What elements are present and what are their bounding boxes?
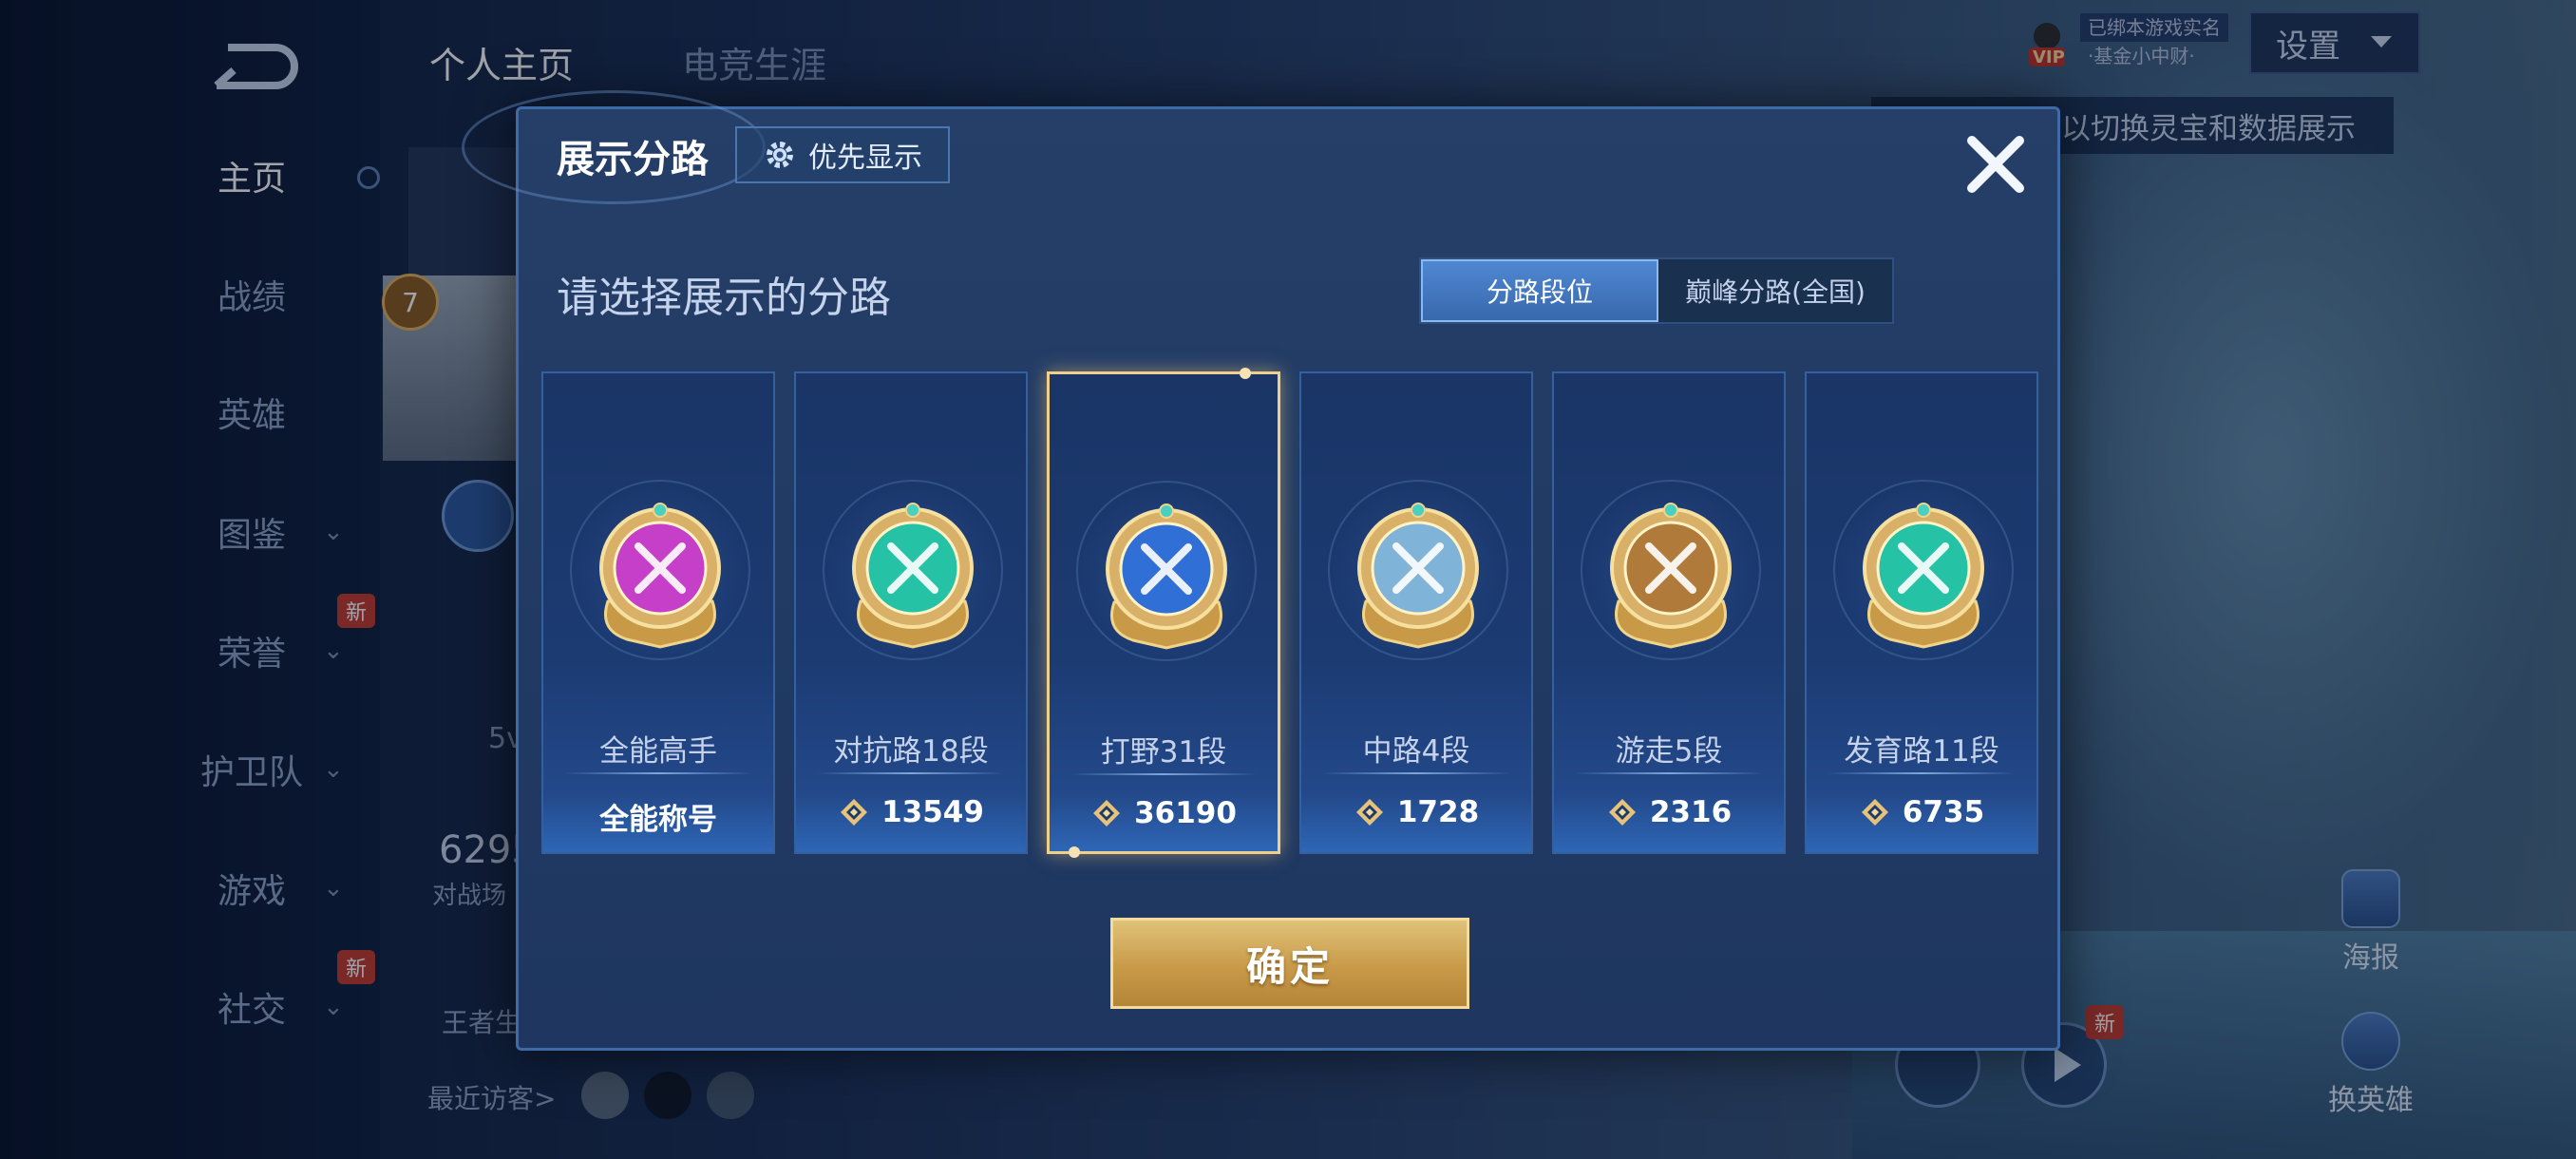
priority-display-button[interactable]: 优先显示 bbox=[735, 126, 950, 183]
close-button[interactable] bbox=[1958, 126, 2034, 202]
lane-score-value: 1728 bbox=[1396, 795, 1480, 829]
lane-rank-badge-icon bbox=[1347, 497, 1489, 649]
card-divider bbox=[1575, 772, 1763, 774]
points-icon bbox=[1859, 796, 1891, 828]
confirm-label: 确定 bbox=[1245, 942, 1334, 990]
dialog-title: 展示分路 bbox=[557, 138, 709, 181]
lane-card[interactable]: 中路4段 1728 bbox=[1299, 371, 1533, 854]
lane-rank-badge-icon bbox=[1852, 497, 1995, 649]
lane-card[interactable]: 发育路11段 6735 bbox=[1805, 371, 2038, 854]
lane-rank-label: 发育路11段 bbox=[1844, 734, 1999, 769]
points-icon bbox=[1090, 797, 1123, 829]
lane-card[interactable]: 游走5段 2316 bbox=[1552, 371, 1786, 854]
points-icon bbox=[838, 796, 870, 828]
lane-score-value: 2316 bbox=[1649, 795, 1733, 829]
lane-rank-label: 中路4段 bbox=[1362, 734, 1470, 769]
card-divider bbox=[1322, 772, 1510, 774]
lane-score-value: 全能称号 bbox=[599, 803, 717, 837]
selection-corner-dot bbox=[1240, 368, 1251, 379]
lane-rank-label: 对抗路18段 bbox=[833, 734, 989, 769]
lane-score: 全能称号 bbox=[543, 795, 773, 838]
lane-score: 6735 bbox=[1807, 795, 2036, 829]
lane-score: 36190 bbox=[1050, 796, 1278, 830]
close-icon bbox=[1967, 136, 2024, 193]
lane-rank-label: 全能高手 bbox=[599, 734, 717, 769]
lane-card[interactable]: 打野31段 36190 bbox=[1047, 368, 1280, 858]
points-icon bbox=[1606, 796, 1638, 828]
lane-rank-badge-icon bbox=[1600, 497, 1742, 649]
confirm-button[interactable]: 确定 bbox=[1110, 918, 1469, 1009]
lane-card[interactable]: 对抗路18段 13549 bbox=[794, 371, 1028, 854]
lane-score-value: 36190 bbox=[1134, 796, 1237, 830]
lane-score: 13549 bbox=[796, 795, 1026, 829]
card-divider bbox=[564, 772, 752, 774]
selection-corner-dot bbox=[1069, 846, 1080, 858]
tab-lane-rank[interactable]: 分路段位 bbox=[1421, 259, 1658, 322]
lane-rank-badge-icon bbox=[589, 497, 731, 649]
lane-rank-badge-icon bbox=[842, 497, 984, 649]
points-icon bbox=[1354, 796, 1386, 828]
lane-score: 2316 bbox=[1554, 795, 1784, 829]
lane-score: 1728 bbox=[1301, 795, 1531, 829]
dialog-subtitle: 请选择展示的分路 bbox=[557, 274, 891, 322]
card-divider bbox=[1828, 772, 2016, 774]
lane-score-value: 13549 bbox=[881, 795, 984, 829]
lane-score-value: 6735 bbox=[1902, 795, 1985, 829]
gear-icon bbox=[767, 142, 793, 168]
priority-display-label: 优先显示 bbox=[808, 142, 922, 175]
lane-rank-label: 打野31段 bbox=[1100, 735, 1227, 770]
card-divider bbox=[1070, 773, 1257, 775]
lane-card[interactable]: 全能高手 全能称号 bbox=[541, 371, 775, 854]
lane-display-dialog: 展示分路 优先显示 请选择展示的分路 分路段位 巅峰分路(全国) 全能高手全能称… bbox=[462, 90, 2060, 1051]
lane-rank-label: 游走5段 bbox=[1615, 734, 1723, 769]
lane-rank-badge-icon bbox=[1095, 498, 1238, 650]
view-toggle: 分路段位 巅峰分路(全国) bbox=[1419, 257, 1894, 324]
card-divider bbox=[817, 772, 1005, 774]
tab-peak-lane-national[interactable]: 巅峰分路(全国) bbox=[1658, 259, 1892, 322]
